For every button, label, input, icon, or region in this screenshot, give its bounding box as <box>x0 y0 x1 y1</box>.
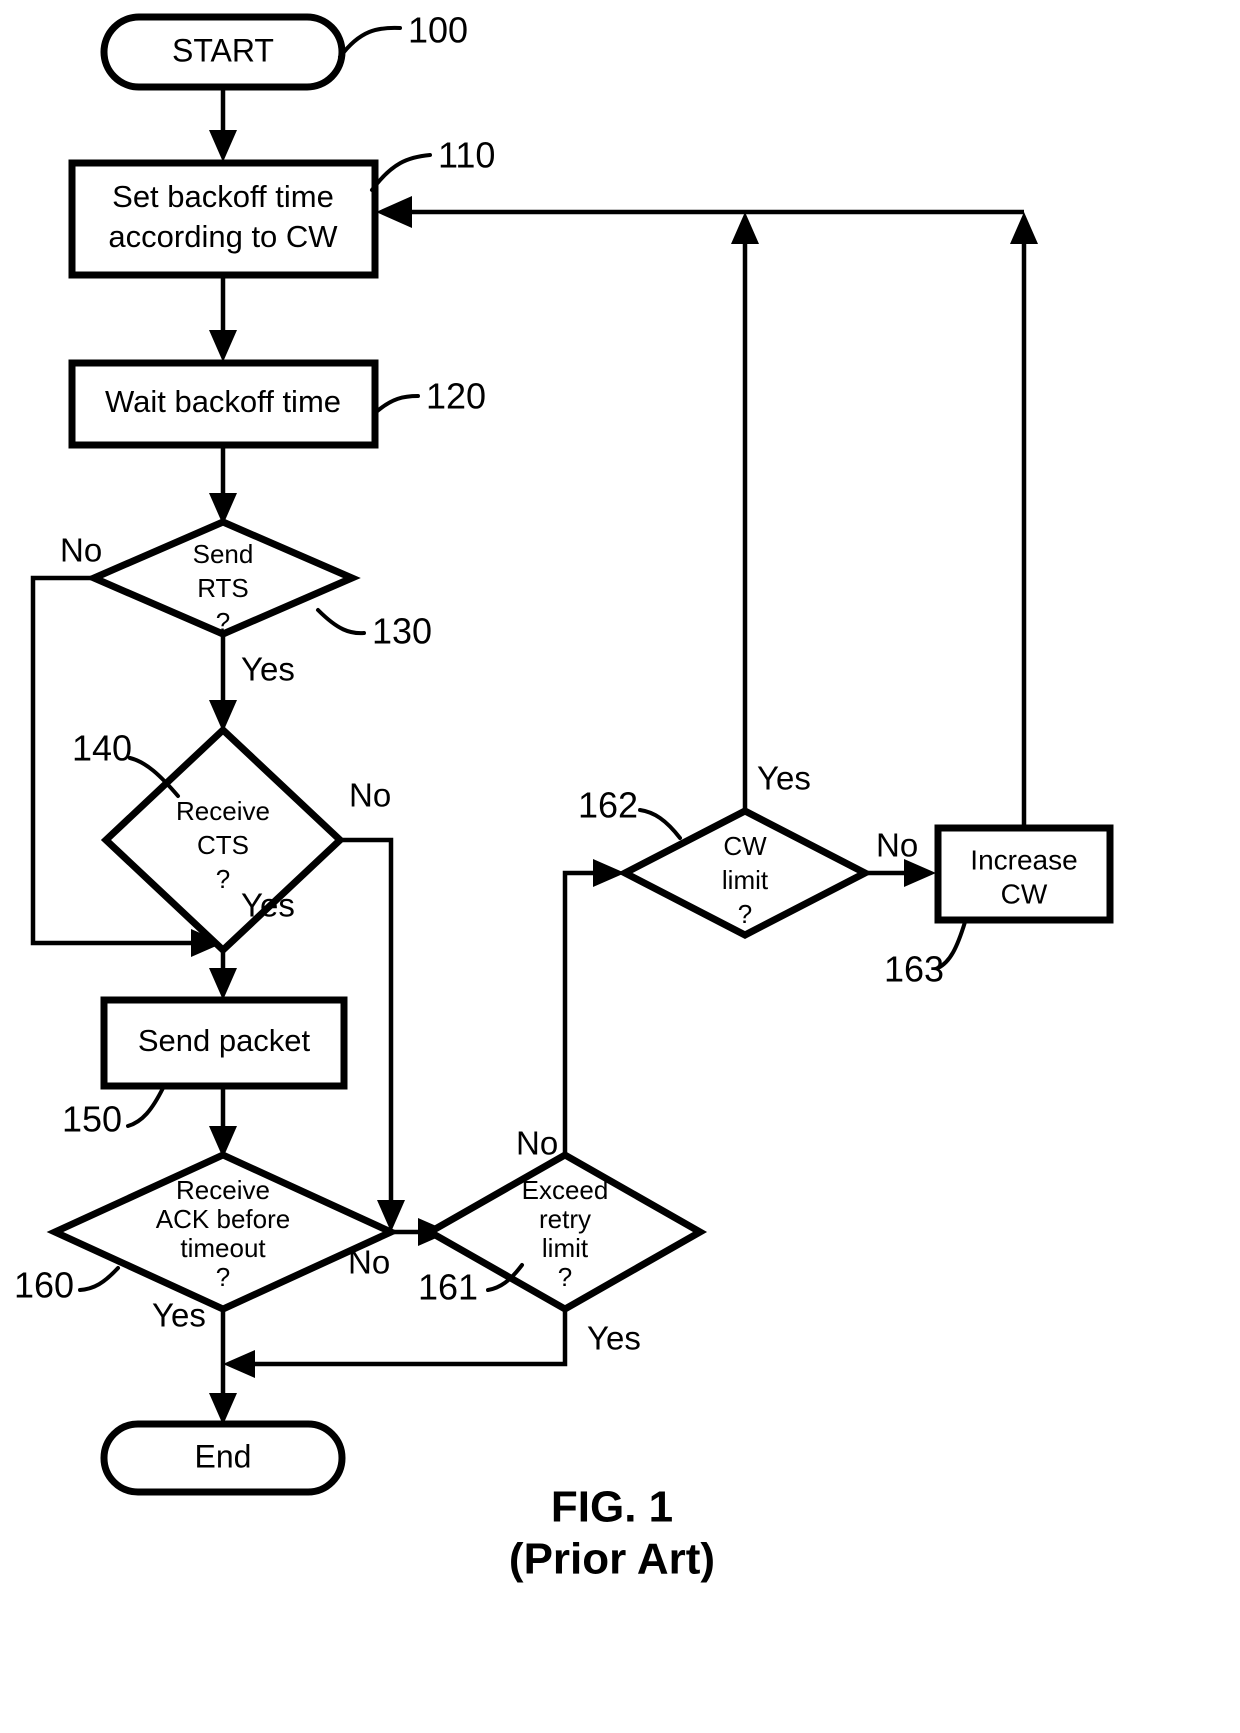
send-rts-label-line1: Send <box>193 539 254 569</box>
increase-cw-label-line1: Increase <box>970 844 1077 875</box>
send-packet-label: Send packet <box>138 1023 311 1058</box>
branch-label-receive-cts-yes: Yes <box>241 887 295 924</box>
branch-label-send-rts-no: No <box>60 532 102 569</box>
exceed-retry-label-line3: limit <box>542 1233 589 1263</box>
connector-exceed-retry-yes <box>223 1309 568 1378</box>
figure-caption-line1: FIG. 1 <box>551 1483 673 1532</box>
figure-caption-line2: (Prior Art) <box>509 1535 715 1584</box>
receive-cts-label-line3: ? <box>216 864 230 894</box>
connector-receive-cts-no <box>340 837 405 1232</box>
exceed-retry-label-line1: Exceed <box>522 1175 609 1205</box>
arrowhead-left <box>223 1350 255 1378</box>
receive-ack-label-line3: timeout <box>180 1233 266 1263</box>
end-label: End <box>195 1438 252 1474</box>
ref-label-120: 120 <box>426 376 486 417</box>
branch-label-send-rts-yes: Yes <box>241 651 295 688</box>
flowchart-canvas: START 100 Set backoff time according to … <box>14 10 1114 1584</box>
connector-exceed-retry-no <box>562 859 625 1155</box>
set-backoff-label-line1: Set backoff time <box>112 179 334 214</box>
figure-root: START 100 Set backoff time according to … <box>0 0 1240 1733</box>
connector-start-to-set-backoff <box>209 87 237 162</box>
ref-leader-130 <box>316 608 366 636</box>
arrowhead-right <box>904 859 936 887</box>
arrowhead-up <box>731 212 759 244</box>
connector-line <box>253 1309 568 1367</box>
arrowhead-down <box>209 130 237 162</box>
branch-label-receive-cts-no: No <box>349 777 391 814</box>
branch-label-receive-ack-no: No <box>348 1244 390 1281</box>
node-send-packet: Send packet <box>100 996 348 1090</box>
branch-label-exceed-retry-yes: Yes <box>587 1320 641 1357</box>
branch-label-cw-limit-no: No <box>876 827 918 864</box>
ref-leader-120 <box>373 394 420 415</box>
node-send-rts: Send RTS ? <box>85 518 361 638</box>
ref-leader-100 <box>338 25 402 59</box>
receive-ack-label-line2: ACK before <box>156 1204 290 1234</box>
receive-ack-label-line1: Receive <box>176 1175 270 1205</box>
ref-label-160: 160 <box>14 1265 74 1306</box>
node-end: End <box>100 1420 346 1496</box>
arrowhead-down <box>209 968 237 1000</box>
branch-label-cw-limit-yes: Yes <box>757 760 811 797</box>
increase-cw-label-line2: CW <box>1001 878 1048 909</box>
node-set-backoff: Set backoff time according to CW <box>68 159 379 279</box>
branch-label-receive-ack-yes: Yes <box>152 1297 206 1334</box>
connector-line <box>340 837 394 1200</box>
connector-send-packet-to-receive-ack <box>209 1086 237 1158</box>
send-rts-label-line2: RTS <box>197 573 249 603</box>
connector-increase-cw-to-feedback <box>1010 212 1038 828</box>
ref-leader-162 <box>638 808 682 840</box>
connector-receive-cts-yes <box>209 950 237 1000</box>
start-label: START <box>172 32 274 68</box>
ref-leader-110 <box>370 153 432 192</box>
receive-ack-label-line4: ? <box>216 1262 230 1292</box>
ref-label-162: 162 <box>578 785 638 826</box>
connector-set-backoff-to-wait <box>209 275 237 362</box>
branch-label-exceed-retry-no: No <box>516 1125 558 1162</box>
ref-leader-150 <box>126 1086 165 1128</box>
arrowhead-left <box>376 196 412 228</box>
ref-label-100: 100 <box>408 10 468 51</box>
ref-label-161: 161 <box>418 1267 478 1308</box>
exceed-retry-label-line4: ? <box>558 1262 572 1292</box>
node-start: START <box>100 13 346 91</box>
exceed-retry-label-line2: retry <box>539 1204 591 1234</box>
cw-limit-label-line2: limit <box>722 865 769 895</box>
ref-label-150: 150 <box>62 1099 122 1140</box>
connector-feedback-bus <box>376 196 1024 228</box>
connector-send-rts-yes <box>209 634 237 732</box>
arrowhead-down <box>209 330 237 362</box>
ref-label-140: 140 <box>72 728 132 769</box>
set-backoff-label-line2: according to CW <box>108 219 338 254</box>
ref-label-130: 130 <box>372 611 432 652</box>
node-wait-backoff: Wait backoff time <box>68 359 379 449</box>
ref-label-110: 110 <box>438 135 495 176</box>
arrowhead-down <box>209 1393 237 1425</box>
ref-leader-160 <box>78 1266 120 1292</box>
receive-cts-label-line1: Receive <box>176 796 270 826</box>
node-increase-cw: Increase CW <box>934 824 1114 924</box>
connector-wait-to-send-rts <box>209 445 237 525</box>
node-cw-limit: CW limit ? <box>617 807 873 939</box>
ref-label-163: 163 <box>884 949 944 990</box>
cw-limit-label-line3: ? <box>738 899 752 929</box>
connector-line <box>562 870 600 1155</box>
cw-limit-label-line1: CW <box>723 831 767 861</box>
connector-cw-limit-yes <box>731 212 759 811</box>
arrowhead-up <box>1010 212 1038 244</box>
node-receive-ack: Receive ACK before timeout ? <box>46 1151 400 1313</box>
wait-backoff-label: Wait backoff time <box>105 384 341 419</box>
receive-cts-label-line2: CTS <box>197 830 249 860</box>
send-rts-label-line3: ? <box>216 607 230 637</box>
